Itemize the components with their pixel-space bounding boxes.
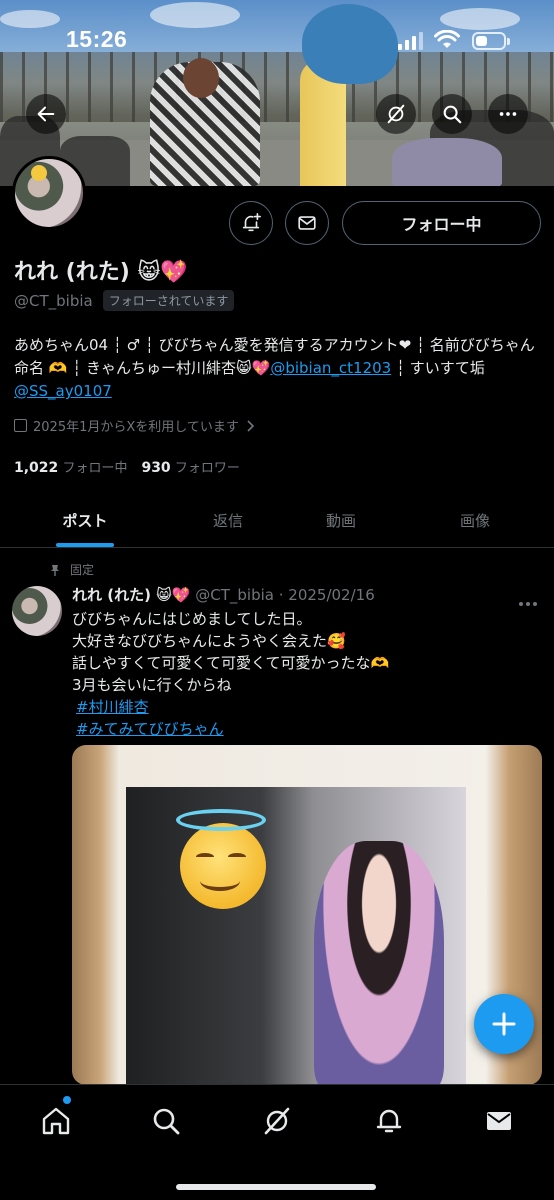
following-link[interactable]: 1,022 フォロー中 xyxy=(14,460,128,476)
status-bar: 15:26 xyxy=(0,26,554,56)
search-icon xyxy=(153,1108,180,1135)
nav-grok[interactable] xyxy=(257,1101,297,1141)
followers-label: フォロワー xyxy=(174,461,240,476)
nav-messages[interactable] xyxy=(479,1101,519,1141)
active-tab-indicator xyxy=(56,543,114,547)
grok-button[interactable] xyxy=(376,94,416,134)
post-author-handle-date: @CT_bibia · 2025/02/16 xyxy=(195,586,375,604)
follows-you-badge: フォローされています xyxy=(102,290,235,311)
plus-icon xyxy=(492,1012,516,1036)
tab-posts[interactable]: ポスト xyxy=(0,492,170,548)
tab-videos[interactable]: 動画 xyxy=(286,492,396,548)
bell-plus-icon xyxy=(242,213,261,232)
profile-tabs: ポスト 返信 動画 画像 xyxy=(0,492,554,548)
home-indicator xyxy=(176,1184,376,1190)
notifications-button[interactable] xyxy=(229,201,273,245)
chevron-right-icon xyxy=(247,419,255,432)
more-button[interactable] xyxy=(488,94,528,134)
search-button[interactable] xyxy=(432,94,472,134)
joined-date: 2025年1月からXを利用しています xyxy=(33,420,239,435)
bio: あめちゃん04 ┆ ♂ ┆ びびちゃん愛を発信するアカウント❤︎ ┆ 名前びびち… xyxy=(14,334,542,403)
bottom-navigation xyxy=(0,1084,554,1200)
post-author-name[interactable]: れれ (れた) 😸💖 xyxy=(72,586,190,604)
nav-home[interactable] xyxy=(36,1101,76,1141)
cellular-signal-icon xyxy=(398,32,424,50)
joined-date-row[interactable]: 2025年1月からXを利用しています xyxy=(14,416,255,435)
status-time: 15:26 xyxy=(66,26,128,52)
post-text: びびちゃんにはじめましてした日。 大好きなびびちゃんにようやく会えた🥰 話しやす… xyxy=(72,608,542,740)
handle: @CT_bibia xyxy=(14,291,93,310)
post-avatar[interactable] xyxy=(12,586,62,636)
post-photo[interactable] xyxy=(72,745,542,1085)
followers-link[interactable]: 930 フォロワー xyxy=(141,460,240,476)
following-count: 1,022 xyxy=(14,460,59,476)
display-name: れれ (れた) 😸💖 xyxy=(14,260,188,285)
wifi-icon xyxy=(434,29,460,54)
tab-replies[interactable]: 返信 xyxy=(170,492,286,548)
followers-count: 930 xyxy=(141,460,171,476)
hashtag-link[interactable]: #みてみてびびちゃん xyxy=(76,718,542,740)
grok-icon xyxy=(264,1107,290,1135)
grok-icon xyxy=(387,104,405,124)
pinned-label: 固定 xyxy=(70,563,95,577)
back-button[interactable] xyxy=(26,94,66,134)
tab-images[interactable]: 画像 xyxy=(396,492,554,548)
follow-stats: 1,022 フォロー中 930 フォロワー xyxy=(14,457,240,476)
arrow-left-icon xyxy=(37,106,55,122)
mail-icon xyxy=(487,1112,511,1130)
battery-icon xyxy=(472,32,510,50)
bio-text-2: ┆ すいすて垢 xyxy=(391,359,485,377)
post-line: 3月も会いに行くからね xyxy=(72,676,232,694)
hashtag-link[interactable]: #村川緋杏 xyxy=(76,696,542,718)
more-icon xyxy=(499,112,517,116)
following-label: フォロー中 xyxy=(62,461,128,476)
bell-icon xyxy=(376,1109,402,1133)
bio-mention-link-2[interactable]: @SS_ay0107 xyxy=(14,382,112,400)
post-header: れれ (れた) 😸💖 @CT_bibia · 2025/02/16 xyxy=(72,584,375,605)
post-line: 話しやすくて可愛くて可愛くて可愛かったな🫶 xyxy=(72,654,390,672)
more-icon xyxy=(519,602,537,606)
post-line: 大好きなびびちゃんにようやく会えた🥰 xyxy=(72,632,346,650)
handle-row: @CT_bibia フォローされています xyxy=(14,290,235,311)
nav-notifications[interactable] xyxy=(369,1101,409,1141)
following-button[interactable]: フォロー中 xyxy=(342,201,541,245)
search-icon xyxy=(443,105,462,124)
nav-search[interactable] xyxy=(146,1101,186,1141)
home-icon xyxy=(42,1107,70,1135)
post-line: びびちゃんにはじめましてした日。 xyxy=(72,610,312,628)
mail-icon xyxy=(298,216,316,230)
unread-indicator-dot xyxy=(63,1096,71,1104)
pin-icon xyxy=(51,564,59,576)
compose-button[interactable] xyxy=(474,994,534,1054)
calendar-icon xyxy=(14,419,27,432)
message-button[interactable] xyxy=(285,201,329,245)
pinned-label-row: 固定 xyxy=(50,561,94,578)
profile-avatar[interactable] xyxy=(12,156,86,230)
bio-mention-link[interactable]: @bibian_ct1203 xyxy=(270,359,391,377)
